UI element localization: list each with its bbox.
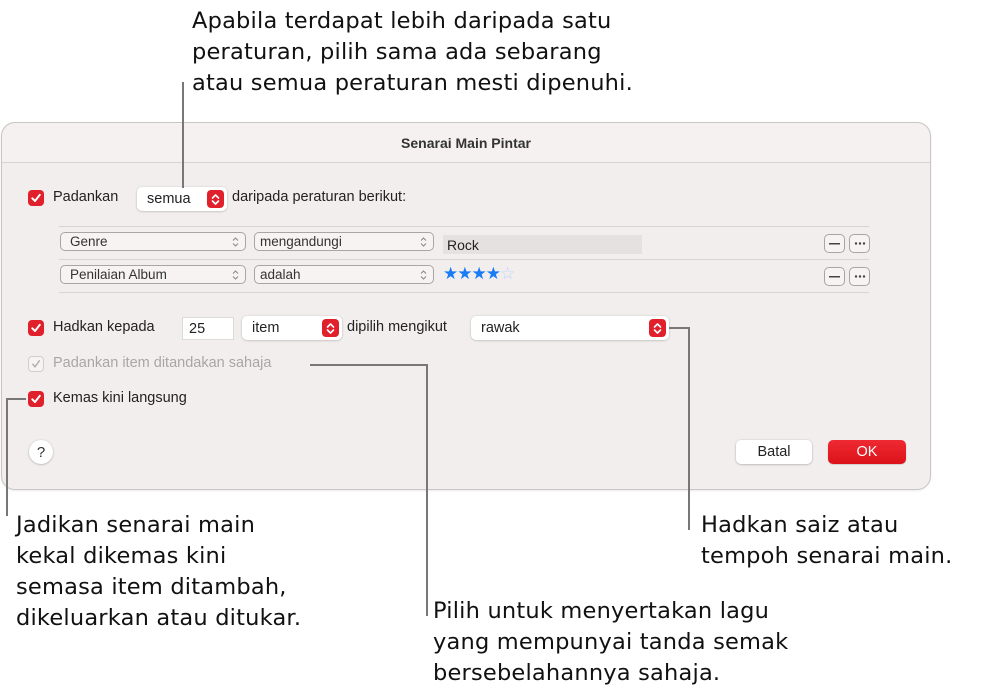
updown-arrows-icon <box>420 237 427 247</box>
callout-match-rules: Apabila terdapat lebih daripada satu per… <box>192 6 633 99</box>
checked-only-checkbox[interactable] <box>28 356 44 372</box>
leader-line-limit-h <box>669 327 689 329</box>
checkmark-icon <box>31 193 41 202</box>
divider <box>59 292 869 293</box>
star-filled-icon[interactable]: ★ <box>486 264 501 283</box>
rule-1-field-value: Genre <box>70 234 108 249</box>
ellipsis-icon <box>854 242 865 245</box>
rule-1-value-input[interactable]: Rock <box>443 235 642 254</box>
callout-limit: Hadkan saiz atau tempoh senarai main. <box>701 510 952 572</box>
match-label: Padankan <box>53 189 119 205</box>
leader-line-checked-only-v <box>426 364 428 616</box>
rule-2-field-value: Penilaian Album <box>70 267 167 282</box>
callout-line: bersebelahannya sahaja. <box>433 660 721 686</box>
rule-2-field-selector[interactable]: Penilaian Album <box>60 265 246 284</box>
ellipsis-icon <box>854 275 865 278</box>
limit-unit-value: item <box>252 320 280 336</box>
match-selector[interactable]: semua <box>137 187 227 211</box>
minus-icon <box>829 275 840 277</box>
rule-1-operator-selector[interactable]: mengandungi <box>254 232 434 251</box>
limit-unit-selector[interactable]: item <box>242 316 342 340</box>
help-button[interactable]: ? <box>29 440 53 464</box>
callout-line: Hadkan saiz atau <box>701 512 899 538</box>
updown-arrows-icon <box>207 190 224 208</box>
leader-line-live-v <box>6 398 8 516</box>
live-updating-checkbox[interactable] <box>28 391 44 407</box>
star-filled-icon[interactable]: ★ <box>443 264 458 283</box>
dialog-title: Senarai Main Pintar <box>2 123 930 163</box>
callout-line: peraturan, pilih sama ada sebarang <box>192 39 602 65</box>
selected-by-label: dipilih mengikut <box>347 319 447 335</box>
callout-line: yang mempunyai tanda semak <box>433 629 789 655</box>
callout-line: Apabila terdapat lebih daripada satu <box>192 8 612 34</box>
minus-icon <box>829 242 840 244</box>
selected-by-value: rawak <box>481 320 520 336</box>
smart-playlist-dialog: Senarai Main Pintar Padankan semua darip… <box>1 122 931 490</box>
leader-line-match <box>182 82 184 188</box>
rule-2-star-rating[interactable]: ★★★★☆ <box>443 264 515 284</box>
star-empty-icon[interactable]: ☆ <box>500 264 515 283</box>
leader-line-limit-v <box>688 327 690 530</box>
help-icon: ? <box>36 443 46 461</box>
callout-line: Jadikan senarai main <box>16 512 256 538</box>
limit-amount-field[interactable]: 25 <box>182 317 234 340</box>
limit-label: Hadkan kepada <box>53 319 155 335</box>
callout-line: semasa item ditambah, <box>16 574 287 600</box>
cancel-button[interactable]: Batal <box>736 440 812 464</box>
star-filled-icon[interactable]: ★ <box>457 264 472 283</box>
checkmark-icon <box>31 394 41 403</box>
updown-arrows-icon <box>649 319 666 337</box>
divider <box>59 226 869 227</box>
callout-line: dikeluarkan atau ditukar. <box>16 605 302 631</box>
rule-2-operator-value: adalah <box>260 267 301 282</box>
ok-button[interactable]: OK <box>828 440 906 464</box>
rule-1-more-button[interactable] <box>849 234 870 253</box>
updown-arrows-icon <box>232 237 239 247</box>
selected-by-selector[interactable]: rawak <box>471 316 669 340</box>
match-suffix: daripada peraturan berikut: <box>232 189 407 205</box>
checked-only-label: Padankan item ditandakan sahaja <box>53 355 272 371</box>
callout-line: Pilih untuk menyertakan lagu <box>433 598 770 624</box>
rule-1-value: Rock <box>447 236 479 253</box>
star-filled-icon[interactable]: ★ <box>472 264 487 283</box>
rule-1-operator-value: mengandungi <box>260 234 342 249</box>
leader-line-live-h <box>6 398 26 400</box>
callout-line: tempoh senarai main. <box>701 543 953 569</box>
callout-live-updating: Jadikan senarai main kekal dikemas kini … <box>16 510 301 634</box>
rule-1-field-selector[interactable]: Genre <box>60 232 246 251</box>
live-updating-label: Kemas kini langsung <box>53 390 187 406</box>
rule-2-operator-selector[interactable]: adalah <box>254 265 434 284</box>
updown-arrows-icon <box>322 319 339 337</box>
limit-amount-value: 25 <box>189 320 206 337</box>
match-checkbox[interactable] <box>28 190 44 206</box>
remove-rule-1-button[interactable] <box>824 234 845 253</box>
callout-line: kekal dikemas kini <box>16 543 227 569</box>
callout-line: atau semua peraturan mesti dipenuhi. <box>192 70 633 96</box>
divider <box>59 259 869 260</box>
leader-line-checked-only-h <box>310 364 428 366</box>
match-selector-value: semua <box>147 191 191 207</box>
checkmark-icon <box>31 323 41 332</box>
checkmark-icon <box>32 360 41 368</box>
limit-checkbox[interactable] <box>28 320 44 336</box>
rule-2-more-button[interactable] <box>849 267 870 286</box>
updown-arrows-icon <box>232 270 239 280</box>
remove-rule-2-button[interactable] <box>824 267 845 286</box>
updown-arrows-icon <box>420 270 427 280</box>
callout-checked-only: Pilih untuk menyertakan lagu yang mempun… <box>433 596 788 689</box>
